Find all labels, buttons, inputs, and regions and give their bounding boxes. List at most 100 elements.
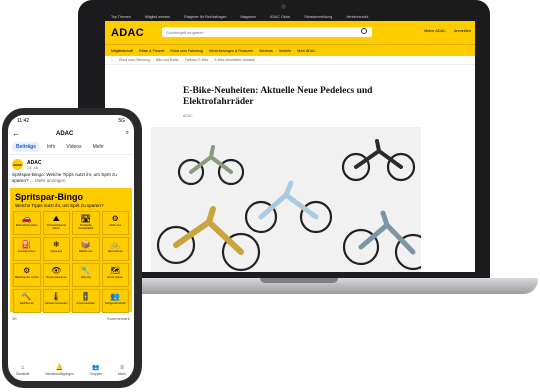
bingo-cell: 📦 Ballast raus — [72, 237, 100, 261]
bingo-cell-caption: Motorbremse nutzen — [14, 276, 39, 279]
bingo-cell: 🌡 Kaltstart vermeiden — [42, 289, 70, 313]
bingo-cell: ⚙ Motorbremse nutzen — [13, 263, 41, 287]
comments-link[interactable]: Kommentare — [107, 316, 130, 321]
groups-icon: 👥 — [92, 364, 100, 371]
bingo-cell: 🚲 Rad nehmen — [101, 237, 129, 261]
show-more-link[interactable]: ... Mehr anzeigen — [30, 178, 66, 183]
bingo-cell-icon: 👥 — [110, 292, 121, 301]
bingo-cell-caption: Frühzeitig hochschalten — [78, 224, 94, 230]
bingo-title: Spritspar-Bingo — [15, 192, 84, 202]
bingo-cell-icon: 🌡 — [51, 292, 62, 301]
bingo-cell: 🚗 Reifendruck prüfen — [13, 211, 41, 235]
nav-label: Benachrichtigungen — [45, 371, 74, 376]
bingo-cell-icon: ⚙ — [23, 266, 31, 275]
bingo-cell-caption: Klima aus — [50, 250, 62, 253]
bingo-cell-icon: ❄ — [52, 240, 60, 249]
header-links: Meine ADAC Anmelden — [424, 29, 471, 33]
phone-screen: 11:42 5G ← ADAC ⌕ Beiträge Info Videos M… — [8, 115, 134, 381]
bingo-cell-caption: Wartung — [80, 276, 91, 279]
bingo-cell-caption: Günstig tanken — [18, 250, 36, 253]
reaction-count[interactable]: 1K — [12, 316, 17, 321]
nav-label: Gruppen — [89, 371, 103, 376]
topbar-link[interactable]: ADAC Clubs — [270, 15, 290, 19]
adac-logo[interactable]: ADAC — [111, 27, 144, 39]
camera-icon — [281, 4, 286, 9]
tab-more[interactable]: Mehr — [89, 142, 108, 152]
bingo-cell-icon: 🚗 — [21, 214, 32, 223]
search-icon[interactable] — [361, 28, 367, 34]
reactions-bar: 1K Kommentare — [8, 314, 134, 323]
bingo-cell-icon: ⛽ — [21, 240, 32, 249]
bingo-cell: ❄ Klima aus — [42, 237, 70, 261]
breadcrumb-item[interactable]: Bike und Roller — [156, 58, 179, 62]
post-author[interactable]: ADAC — [27, 160, 41, 166]
breadcrumb-item: E-Bike-Neuheiten: Aktuelle — [214, 58, 255, 62]
bingo-cell: 👥 Fahrgemeinschaft — [101, 289, 129, 313]
laptop-screen: Top Themen Mitglied werden Ratgeber für … — [105, 12, 475, 272]
nav-item[interactable]: Mitgliedschaft — [111, 49, 133, 53]
breadcrumb: ⌂ Rund ums Fahrzeug Bike und Roller Fahr… — [105, 56, 475, 65]
bingo-cell: ⚙ Motor aus — [101, 211, 129, 235]
page-tabs: Beiträge Info Videos Mehr — [8, 140, 134, 155]
topbar-link[interactable]: Magazine — [240, 15, 256, 19]
nav-label: Menü — [118, 371, 126, 376]
bingo-cell-caption: Dachbox ab — [19, 302, 34, 305]
search-input[interactable] — [162, 28, 358, 36]
breadcrumb-item[interactable]: Fahrrad, E-Bike — [185, 58, 209, 62]
bingo-cell-icon: 📦 — [80, 240, 91, 249]
nav-groups[interactable]: 👥 Gruppen — [90, 365, 102, 376]
bingo-cell: 🔨 Dachbox ab — [13, 289, 41, 313]
bingo-cell-caption: Motor aus — [109, 224, 122, 227]
search-icon[interactable]: ⌕ — [126, 130, 129, 137]
my-adac-link[interactable]: Meine ADAC — [424, 29, 446, 33]
topbar-link[interactable]: Ratgeber für Rechtsfragen — [184, 15, 226, 19]
nav-item[interactable]: Mein ADAC — [297, 49, 316, 53]
breadcrumb-item[interactable]: Rund ums Fahrzeug — [119, 58, 150, 62]
tab-info[interactable]: Info — [43, 142, 59, 152]
bingo-cell-caption: Vorausschauend fahren — [46, 224, 66, 230]
bingo-cell-caption: Kaltstart vermeiden — [45, 302, 68, 305]
bingo-cell-icon: 🔨 — [21, 292, 32, 301]
bingo-cell: 🗺 Route planen — [101, 263, 129, 287]
page-title: ADAC — [56, 130, 74, 137]
back-arrow-icon[interactable]: ← — [12, 129, 20, 138]
bingo-cell: ⛰ Vorausschauend fahren — [42, 211, 70, 235]
post-date: 13. Juli — [27, 165, 39, 170]
bingo-cell-caption: Reifendruck prüfen — [15, 224, 38, 227]
topbar-link[interactable]: Mitglied werden — [145, 15, 170, 19]
bingo-image[interactable]: Spritspar-Bingo Welche Tipps nutzt ihr, … — [10, 188, 132, 313]
status-signal: 5G — [118, 118, 125, 124]
nav-item[interactable]: Reise & Freizeit — [139, 49, 164, 53]
bingo-cell: 🔧 Wartung — [72, 263, 100, 287]
nav-item[interactable]: Verkehr — [279, 49, 291, 53]
nav-item[interactable]: Services — [259, 49, 273, 53]
bingo-cell: ⛽ Günstig tanken — [13, 237, 41, 261]
topbar-link[interactable]: Verkehrsrecht — [346, 15, 368, 19]
app-bar: ← ADAC ⌕ — [8, 127, 134, 140]
menu-icon: ≡ — [120, 364, 124, 371]
login-link[interactable]: Anmelden — [454, 29, 471, 33]
post-header: ADAC ADAC 13. Juli — [8, 155, 134, 172]
home-icon[interactable]: ⌂ — [111, 58, 113, 62]
nav-notifications[interactable]: 🔔 Benachrichtigungen — [45, 365, 73, 376]
tab-videos[interactable]: Videos — [62, 142, 85, 152]
nav-home[interactable]: ⌂ Startseite — [16, 365, 29, 376]
nav-item[interactable]: Versicherungen & Finanzen — [209, 49, 253, 53]
ebikes-illustration — [156, 139, 432, 272]
hero-image — [151, 127, 432, 272]
avatar[interactable]: ADAC — [12, 159, 23, 170]
bell-icon: 🔔 — [55, 364, 64, 371]
article-title: E-Bike-Neuheiten: Aktuelle Neue Pedelecs… — [183, 86, 373, 107]
topbar-link[interactable]: Schadenmeldung — [304, 15, 332, 19]
tab-posts[interactable]: Beiträge — [12, 142, 41, 152]
nav-menu[interactable]: ≡ Menü — [118, 365, 126, 376]
home-icon: ⌂ — [20, 364, 25, 371]
bingo-cell-caption: Tempo reduzieren — [45, 276, 67, 279]
bingo-cell-icon: 👁 — [51, 266, 62, 275]
bingo-cell-icon: 🚲 — [110, 240, 121, 249]
topbar-link[interactable]: Top Themen — [111, 15, 131, 19]
nav-item[interactable]: Rund ums Fahrzeug — [170, 49, 203, 53]
bottom-nav: ⌂ Startseite 🔔 Benachrichtigungen 👥 Gruppen… — [8, 363, 134, 377]
bingo-cell-caption: Ampel beachten — [76, 302, 96, 305]
nav-label: Startseite — [15, 371, 30, 376]
